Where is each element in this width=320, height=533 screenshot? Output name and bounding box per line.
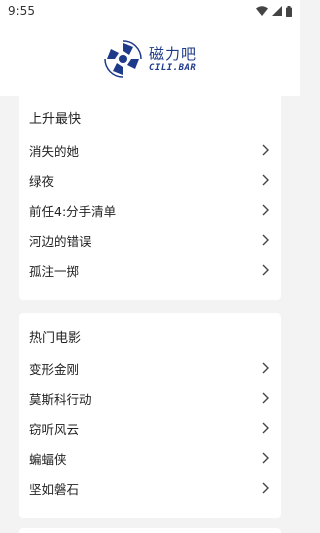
list-item[interactable]: 孤注一掷 — [19, 255, 281, 285]
list-item-label: 孤注一掷 — [29, 263, 80, 279]
logo-subtitle: CILI.BAR — [148, 62, 197, 73]
section-rising-fastest: 上升最快 消失的她 绿夜 前任4:分手清单 河边的错误 孤注一掷 — [19, 96, 281, 300]
list-item-label: 前任4:分手清单 — [29, 203, 117, 219]
section-title: 上升最快 — [29, 112, 82, 127]
logo-title: 磁力吧 — [148, 44, 197, 63]
battery-icon — [286, 5, 292, 17]
list-item[interactable]: 蝙蝠侠 — [19, 443, 281, 473]
chevron-right-icon — [262, 392, 269, 404]
signal-icon — [272, 6, 282, 16]
list-item-label: 莫斯科行动 — [29, 391, 92, 407]
logo-mark-icon — [104, 40, 142, 78]
list-item-label: 消失的她 — [29, 143, 80, 159]
app-header: 磁力吧 CILI.BAR — [0, 22, 300, 96]
list-item[interactable]: 绿夜 — [19, 165, 281, 195]
status-bar: 9:55 — [0, 0, 300, 22]
status-time: 9:55 — [8, 4, 35, 18]
chevron-right-icon — [262, 362, 269, 374]
list-item[interactable]: 变形金刚 — [19, 353, 281, 383]
app-logo[interactable]: 磁力吧 CILI.BAR — [103, 39, 197, 79]
chevron-right-icon — [262, 234, 269, 246]
chevron-right-icon — [262, 452, 269, 464]
chevron-right-icon — [262, 204, 269, 216]
section-title: 热门电影 — [29, 331, 82, 346]
list-item-label: 坚如磐石 — [29, 481, 80, 497]
chevron-right-icon — [262, 264, 269, 276]
list-item[interactable]: 消失的她 — [19, 135, 281, 165]
list-item[interactable]: 河边的错误 — [19, 225, 281, 255]
list-item-label: 变形金刚 — [29, 361, 80, 377]
list-item-label: 河边的错误 — [29, 233, 92, 249]
status-icons — [256, 5, 292, 17]
list-item[interactable]: 窃听风云 — [19, 413, 281, 443]
chevron-right-icon — [262, 422, 269, 434]
section-popular-movies: 热门电影 变形金刚 莫斯科行动 窃听风云 蝙蝠侠 坚如磐石 — [19, 313, 281, 518]
list-item[interactable]: 前任4:分手清单 — [19, 195, 281, 225]
list-item[interactable]: 坚如磐石 — [19, 473, 281, 503]
section-card-partial — [19, 528, 281, 533]
list-item-label: 绿夜 — [29, 173, 55, 189]
list-item-label: 蝙蝠侠 — [29, 451, 67, 467]
chevron-right-icon — [262, 174, 269, 186]
wifi-icon — [256, 6, 268, 16]
chevron-right-icon — [262, 144, 269, 156]
list-item[interactable]: 莫斯科行动 — [19, 383, 281, 413]
list-item-label: 窃听风云 — [29, 421, 80, 437]
chevron-right-icon — [262, 482, 269, 494]
